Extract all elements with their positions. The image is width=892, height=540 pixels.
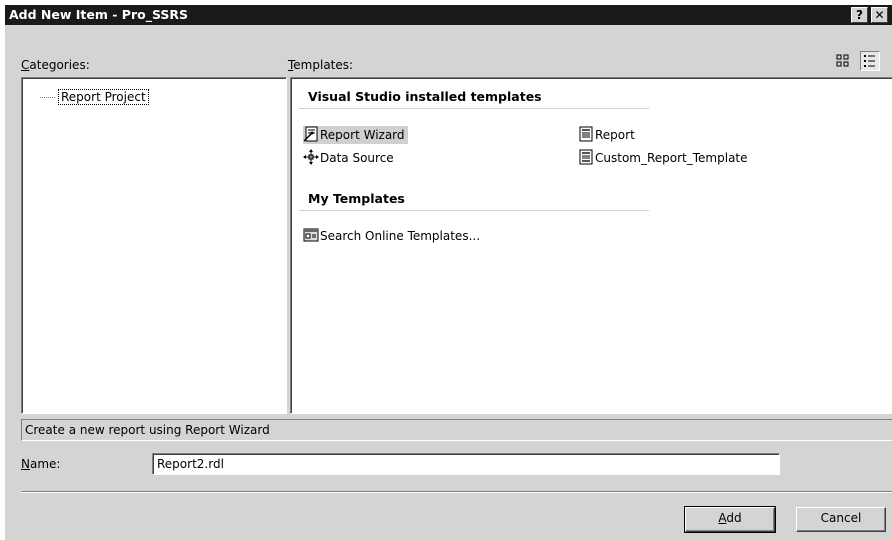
- help-button[interactable]: ?: [851, 7, 868, 23]
- name-label: Name:: [21, 457, 61, 471]
- window-title: Add New Item - Pro_SSRS: [9, 7, 189, 22]
- templates-list[interactable]: Visual Studio installed templates Report…: [290, 77, 892, 414]
- tree-connector: [40, 97, 55, 98]
- template-custom-report-template[interactable]: Custom_Report_Template: [578, 149, 751, 167]
- template-report-wizard[interactable]: Report Wizard: [303, 126, 408, 144]
- template-report[interactable]: Report: [578, 126, 638, 144]
- list-view-button[interactable]: [860, 51, 880, 71]
- group-heading-installed: Visual Studio installed templates: [308, 89, 542, 104]
- report-icon: [579, 126, 593, 142]
- template-label: Data Source: [320, 151, 394, 165]
- add-button[interactable]: Add: [684, 506, 776, 533]
- separator: [21, 491, 892, 493]
- template-label: Search Online Templates...: [320, 229, 481, 243]
- categories-label: Categories:: [21, 58, 90, 72]
- name-input[interactable]: [152, 453, 780, 475]
- group-divider: [299, 108, 649, 109]
- template-label: Custom_Report_Template: [595, 151, 748, 165]
- data-source-icon: [303, 149, 319, 165]
- cancel-button[interactable]: Cancel: [796, 507, 886, 532]
- search-online-icon: [303, 228, 319, 242]
- templates-label: Templates:: [288, 58, 354, 72]
- template-label: Report: [595, 128, 635, 142]
- report-template-icon: [579, 149, 593, 165]
- tree-item-report-project[interactable]: Report Project: [58, 89, 149, 105]
- group-heading-my-templates: My Templates: [308, 191, 405, 206]
- large-icons-view-button[interactable]: [833, 51, 853, 71]
- group-divider: [299, 210, 649, 211]
- template-label: Report Wizard: [320, 128, 405, 142]
- large-icons-icon: [836, 54, 849, 67]
- title-bar: Add New Item - Pro_SSRS ? ✕: [5, 5, 892, 25]
- report-wizard-icon: [303, 126, 318, 142]
- template-search-online[interactable]: Search Online Templates...: [303, 227, 483, 245]
- categories-tree[interactable]: Report Project: [21, 77, 287, 414]
- add-new-item-dialog: Add New Item - Pro_SSRS ? ✕ Categories: …: [4, 4, 892, 540]
- close-button[interactable]: ✕: [871, 7, 888, 23]
- list-view-icon: [864, 55, 875, 67]
- template-data-source[interactable]: Data Source: [303, 149, 397, 167]
- template-description: Create a new report using Report Wizard: [21, 419, 892, 441]
